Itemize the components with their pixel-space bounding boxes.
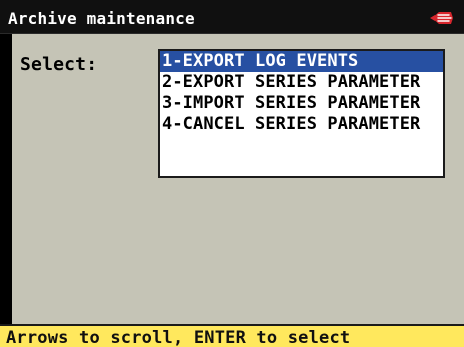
list-item-export-log-events[interactable]: 1-EXPORT LOG EVENTS xyxy=(160,51,443,72)
window-title: Archive maintenance xyxy=(8,9,195,28)
option-list[interactable]: 1-EXPORT LOG EVENTS 2-EXPORT SERIES PARA… xyxy=(158,49,445,178)
list-item-cancel-series-parameter[interactable]: 4-CANCEL SERIES PARAMETER xyxy=(160,114,443,135)
list-item-import-series-parameter[interactable]: 3-IMPORT SERIES PARAMETER xyxy=(160,93,443,114)
select-label: Select: xyxy=(20,54,98,75)
app-screen: Archive maintenance Select: 1-EXPORT LOG… xyxy=(0,0,464,347)
brand-logo-icon xyxy=(429,10,454,26)
title-bar: Archive maintenance xyxy=(0,0,464,34)
main-panel: Select: 1-EXPORT LOG EVENTS 2-EXPORT SER… xyxy=(12,34,464,324)
status-text: Arrows to scroll, ENTER to select xyxy=(6,328,351,347)
status-bar: Arrows to scroll, ENTER to select xyxy=(0,324,464,347)
list-item-export-series-parameter[interactable]: 2-EXPORT SERIES PARAMETER xyxy=(160,72,443,93)
